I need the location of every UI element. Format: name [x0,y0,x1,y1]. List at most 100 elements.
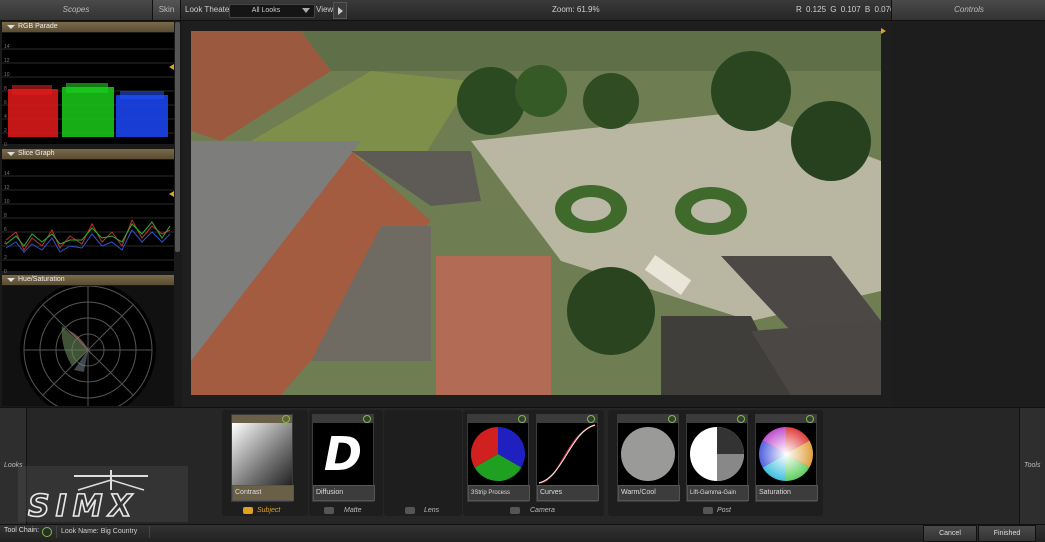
look-name-label: Look Name: [61,528,99,535]
svg-text:SIMX: SIMX [28,489,138,522]
chevron-down-icon [302,8,310,13]
scopes-panel-title: Scopes [0,0,153,20]
look-name-field[interactable]: Look Name: Big Country [56,526,150,538]
look-filter-select[interactable]: All Looks [229,4,315,18]
vectorscope [20,282,156,418]
rgb-parade-y-tick: 14 [4,44,10,50]
diffusion-tool[interactable]: D Diffusion [312,414,375,502]
rgb-parade-y-tick: 12 [4,58,10,64]
lgg-thumbnail [687,423,747,485]
camera-group-icon [510,507,520,514]
contrast-label: Contrast [232,485,294,501]
look-theater-label: Look Theater [185,5,232,14]
rgb-parade-y-tick: 8 [4,86,7,92]
power-icon[interactable] [363,415,371,423]
collapse-icon [7,278,15,282]
preview-image[interactable] [191,31,881,395]
curves-thumbnail [537,423,597,485]
curves-label: Curves [537,485,599,501]
cancel-button[interactable]: Cancel [923,525,977,542]
hue-saturation-title: Hue/Saturation [18,276,65,283]
aerial-campus-photo [191,31,881,395]
play-icon[interactable] [333,2,347,19]
rgb-parade-graph [2,48,174,137]
rgb-parade-y-tick: 2 [4,128,7,134]
scopes-scrollbar[interactable] [175,22,180,252]
slice-graph-title: Slice Graph [18,150,55,157]
lens-group-label: Lens [424,507,440,514]
rgb-parade-scope [2,33,174,144]
tool-chain-label: Tool Chain: [4,527,40,534]
finished-button[interactable]: Finished [978,525,1036,542]
slice-graph-y-tick: 8 [4,213,7,219]
rgb-parade-header[interactable]: RGB Parade [2,22,174,32]
3strip-label: 3Strip Process [468,485,530,501]
lens-group [384,410,462,516]
logo-mark: SIMX [27,470,148,525]
curves-tool[interactable]: Curves [536,414,599,502]
saturation-tool[interactable]: Saturation [755,414,818,502]
tools-tab-label: Tools [1024,462,1041,469]
lens-group-icon [405,507,415,514]
rgb-parade-y-tick: 6 [4,100,7,106]
look-filter-value: All Looks [251,7,281,14]
look-name-value: Big Country [100,528,138,535]
rgb-readout: R 0.125 G 0.107 B 0.076 [796,5,895,14]
diffusion-label: Diffusion [313,485,375,501]
power-icon[interactable] [518,415,526,423]
slice-graph-header[interactable]: Slice Graph [2,149,174,159]
warm-cool-tool[interactable]: Warm/Cool [617,414,680,502]
rgb-parade-y-tick: 10 [4,72,10,78]
power-icon[interactable] [42,527,52,537]
tools-tab[interactable]: Tools [1019,408,1045,524]
subject-group-icon [243,507,253,514]
power-icon[interactable] [668,415,676,423]
level-marker-icon[interactable] [169,191,174,197]
slice-graph-y-tick: 6 [4,227,7,233]
slice-graph-y-tick: 10 [4,199,10,205]
simx-logo: SIMX [18,466,188,525]
skin-button[interactable]: Skin [153,0,181,20]
subject-group-label: Subject [257,507,281,514]
slice-graph-y-tick: 4 [4,241,7,247]
power-icon[interactable] [587,415,595,423]
camera-group-label: Camera [530,507,555,514]
viewer-marker-icon[interactable] [881,28,886,34]
warm-cool-thumbnail [618,423,678,485]
warm-cool-label: Warm/Cool [618,485,680,501]
post-group-icon [703,507,713,514]
contrast-thumbnail [232,423,292,485]
power-icon[interactable] [282,415,290,423]
contrast-tool[interactable]: Contrast [231,414,294,502]
slice-graph-scope [2,160,174,271]
power-icon[interactable] [737,415,745,423]
rgb-parade-y-tick: 4 [4,114,7,120]
level-marker-icon[interactable] [169,64,174,70]
collapse-icon [7,25,15,29]
matte-group-label: Matte [344,507,362,514]
view-button[interactable]: View [316,0,333,20]
diffusion-thumbnail: D [313,423,373,485]
controls-panel-title: Controls [891,0,1045,20]
saturation-thumbnail [756,423,816,485]
hue-saturation-header[interactable]: Hue/Saturation [2,275,174,285]
slice-graph [2,175,174,261]
saturation-label: Saturation [756,485,818,501]
lift-gamma-gain-tool[interactable]: Lift-Gamma-Gain [686,414,749,502]
slice-graph-y-tick: 0 [4,269,7,275]
post-group-label: Post [717,507,732,514]
rgb-parade-title: RGB Parade [18,23,58,30]
slice-graph-y-tick: 14 [4,171,10,177]
lgg-label: Lift-Gamma-Gain [687,485,749,501]
3strip-thumbnail [468,423,528,485]
slice-graph-y-tick: 2 [4,255,7,261]
rgb-parade-y-tick: 0 [4,142,7,148]
slice-graph-y-tick: 12 [4,185,10,191]
3strip-process-tool[interactable]: 3Strip Process [467,414,530,502]
controls-panel [891,21,1045,407]
power-icon[interactable] [806,415,814,423]
zoom-level: Zoom: 61.9% [552,5,600,14]
matte-group-icon [324,507,334,514]
hue-saturation-scope [2,282,174,418]
bottom-bar [0,524,1045,542]
